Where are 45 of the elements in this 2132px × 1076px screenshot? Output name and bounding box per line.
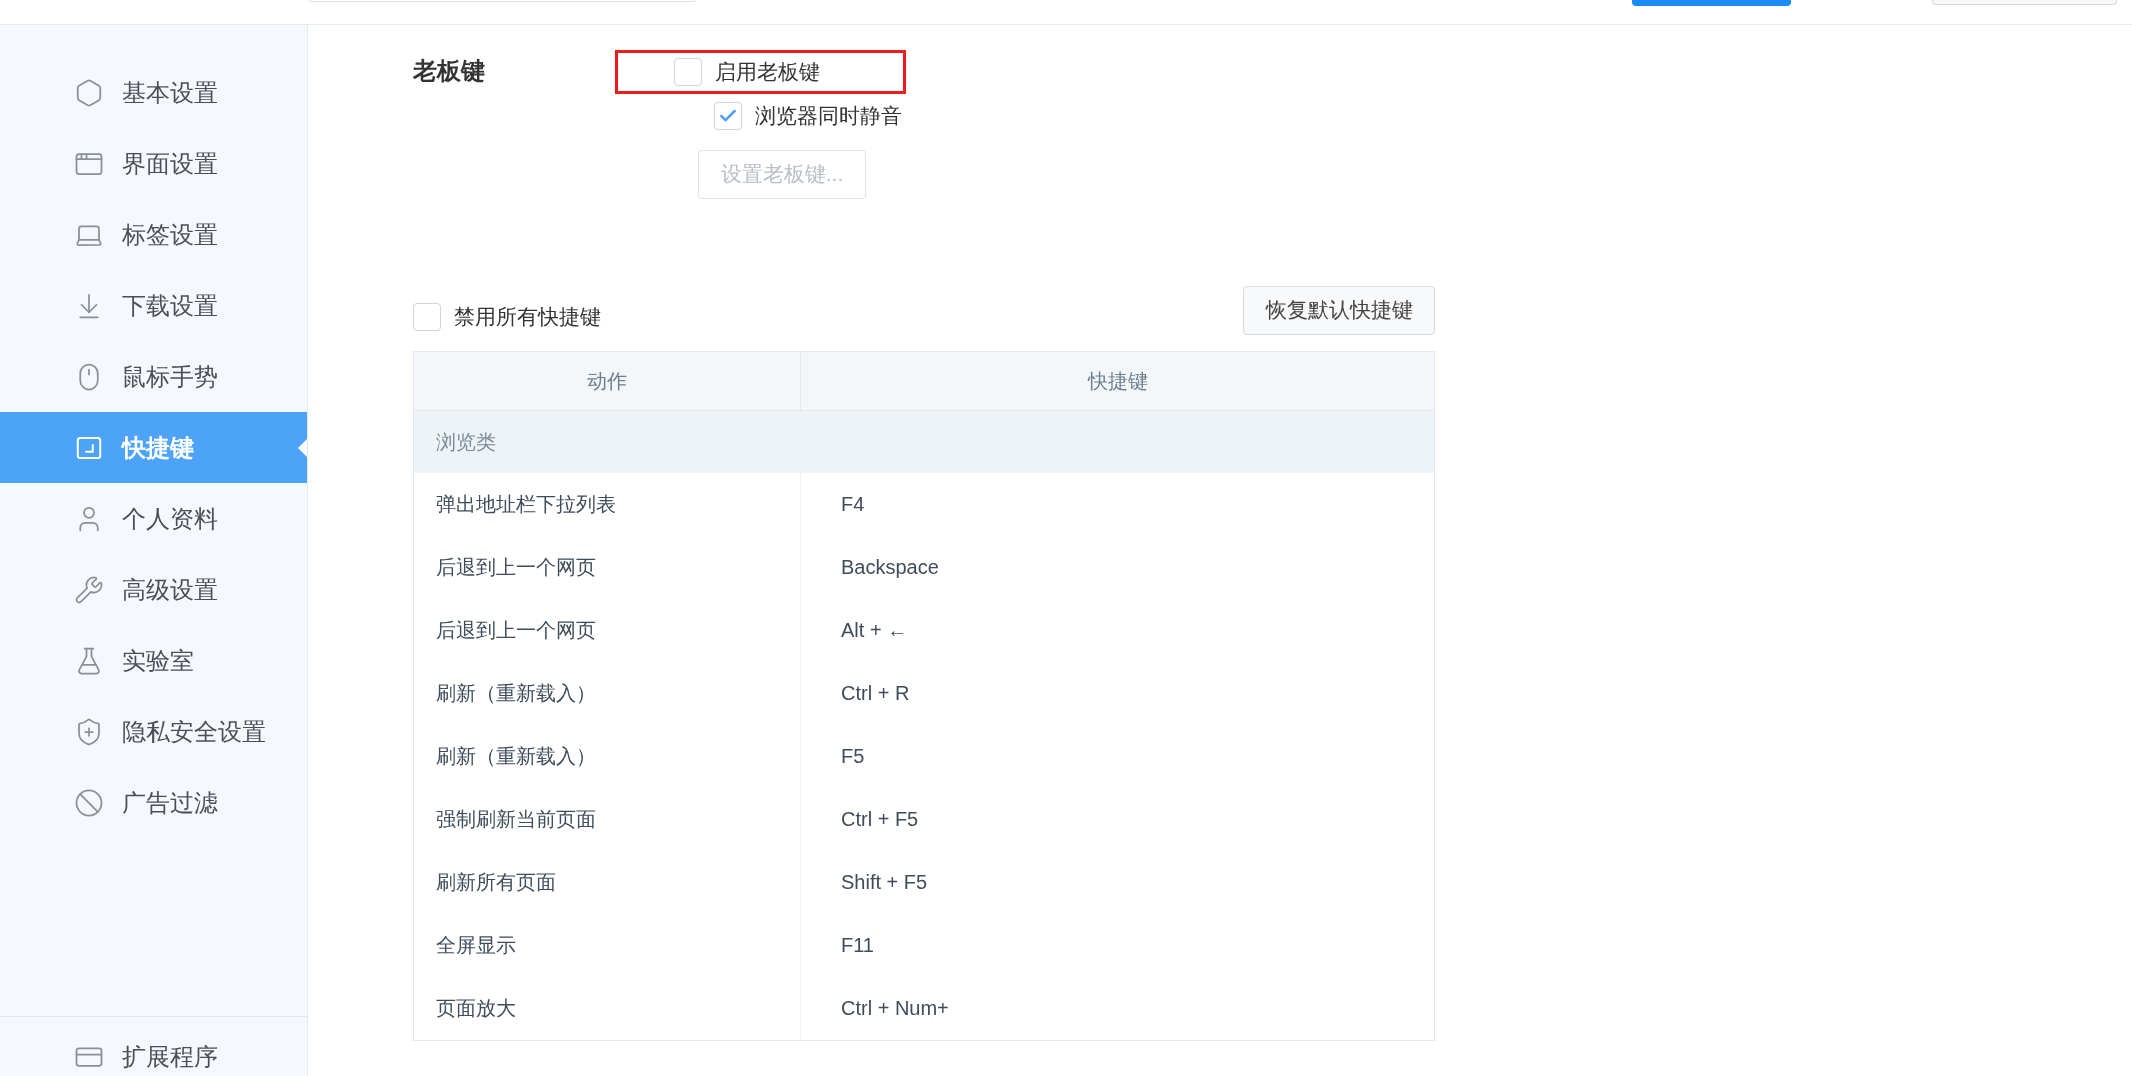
- primary-button[interactable]: [1632, 0, 1791, 6]
- sidebar-item[interactable]: 界面设置: [0, 128, 307, 199]
- sidebar-item[interactable]: 隐私安全设置: [0, 696, 307, 767]
- sidebar-item[interactable]: 个人资料: [0, 483, 307, 554]
- sidebar-item[interactable]: 实验室: [0, 625, 307, 696]
- checkbox-label: 禁用所有快捷键: [454, 304, 601, 330]
- sidebar-item[interactable]: 下载设置: [0, 270, 307, 341]
- table-cell-text: F11: [841, 933, 874, 958]
- sidebar-item[interactable]: 鼠标手势: [0, 341, 307, 412]
- table-cell-text: Ctrl + F5: [841, 807, 919, 832]
- table-cell-text: Ctrl + Num+: [841, 996, 949, 1021]
- reset-shortcuts-button[interactable]: 恢复默认快捷键: [1243, 285, 1435, 335]
- sidebar-item[interactable]: 扩展程序: [122, 1038, 218, 1075]
- table-cell-text: 刷新（重新载入）: [436, 744, 596, 769]
- table-cell-text: 全屏显示: [436, 933, 516, 958]
- checkbox[interactable]: [413, 302, 441, 331]
- table-cell-text: F4: [841, 492, 865, 517]
- column-header: 快捷键: [1086, 368, 1149, 394]
- hexagon-icon: [74, 77, 104, 108]
- table-cell-text: 刷新所有页面: [436, 870, 556, 895]
- checkbox[interactable]: [674, 58, 702, 86]
- table-cell-text: 强制刷新当前页面: [436, 807, 596, 832]
- sidebar-item[interactable]: 标签设置: [0, 199, 307, 270]
- wrench-icon: [74, 574, 104, 605]
- checkbox-label: 浏览器同时静音: [755, 103, 902, 129]
- table-cell-text: F5: [841, 744, 865, 769]
- block-icon: [74, 787, 104, 818]
- table-cell-text: Ctrl + R: [841, 681, 910, 706]
- table-cell-text: Backspace: [841, 555, 939, 580]
- column-header: 动作: [414, 351, 801, 410]
- checkbox-label: 启用老板键: [715, 59, 820, 86]
- checkbox[interactable]: [714, 101, 742, 130]
- table-cell-text: 后退到上一个网页: [436, 555, 596, 580]
- sidebar-item[interactable]: 广告过滤: [0, 767, 307, 838]
- table-cell-text: 弹出地址栏下拉列表: [436, 492, 616, 517]
- sidebar-item[interactable]: 基本设置: [0, 57, 307, 128]
- group-row: 浏览类: [414, 410, 1434, 473]
- table-cell-text: 刷新（重新载入）: [436, 681, 596, 706]
- table-cell-text: 后退到上一个网页: [436, 618, 596, 643]
- table-cell-text: Alt + ←: [841, 618, 908, 643]
- sidebar-item[interactable]: 高级设置: [0, 554, 307, 625]
- section-title: 老板键: [413, 56, 486, 86]
- table-cell-text: 页面放大: [436, 996, 516, 1021]
- table-cell-text: Shift + F5: [841, 870, 928, 895]
- secondary-button[interactable]: [1932, 0, 2117, 5]
